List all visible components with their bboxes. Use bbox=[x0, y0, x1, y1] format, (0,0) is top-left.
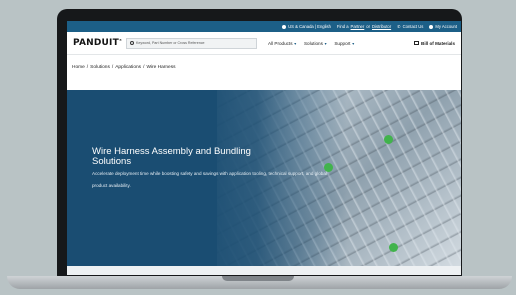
find-partner-link[interactable]: Find a Partner or Distributor bbox=[337, 24, 391, 29]
nav-label: Solutions bbox=[303, 40, 323, 46]
contact-label: Contact Us bbox=[402, 24, 424, 29]
nav-label: Support bbox=[334, 40, 351, 46]
breadcrumb-separator: / bbox=[86, 65, 89, 70]
bill-of-materials-link[interactable]: Bill of Materials bbox=[414, 41, 455, 46]
nav-label: All Products bbox=[268, 40, 293, 46]
breadcrumb-separator: / bbox=[111, 65, 114, 70]
chevron-down-icon: ▼ bbox=[323, 41, 328, 46]
hero-banner: Wire Harness Assembly and Bundling Solut… bbox=[67, 90, 461, 266]
chevron-down-icon: ▼ bbox=[293, 41, 297, 46]
nav-support[interactable]: Support▼ bbox=[334, 41, 355, 46]
globe-icon bbox=[282, 24, 287, 29]
account-link[interactable]: My Account bbox=[429, 24, 457, 29]
main-nav: All Products▼ Solutions▼ Support▼ bbox=[268, 41, 355, 46]
green-marker bbox=[389, 243, 398, 252]
partner-link[interactable]: Partner bbox=[351, 24, 365, 29]
find-prefix: Find a bbox=[336, 24, 349, 29]
hero-subtitle: Accelerate deployment time while boostin… bbox=[92, 171, 327, 188]
green-marker bbox=[384, 135, 393, 144]
region-selector[interactable]: US & Canada | English bbox=[282, 24, 331, 29]
laptop-notch bbox=[222, 276, 294, 281]
breadcrumb-solutions[interactable]: Solutions bbox=[90, 65, 110, 70]
or-text: or bbox=[366, 24, 371, 29]
breadcrumb-separator: / bbox=[143, 65, 145, 70]
browser-screen: US & Canada | English Find a Partner or … bbox=[67, 21, 461, 275]
phone-icon: ✆ bbox=[397, 24, 401, 29]
hero-title: Wire Harness Assembly and Bundling Solut… bbox=[92, 146, 251, 167]
search-placeholder: Keyword, Part Number or Cross Reference bbox=[136, 41, 205, 45]
search-icon bbox=[130, 41, 134, 45]
bom-label: Bill of Materials bbox=[421, 40, 455, 46]
breadcrumb-applications[interactable]: Applications bbox=[115, 65, 141, 70]
nav-all-products[interactable]: All Products▼ bbox=[268, 41, 297, 46]
nav-solutions[interactable]: Solutions▼ bbox=[304, 41, 327, 46]
user-icon bbox=[429, 24, 434, 29]
distributor-link[interactable]: Distributor bbox=[372, 24, 391, 29]
content-strip bbox=[67, 266, 461, 275]
site-header: PANDUIT® Keyword, Part Number or Cross R… bbox=[67, 32, 461, 55]
search-input[interactable]: Keyword, Part Number or Cross Reference bbox=[126, 37, 257, 49]
breadcrumb-current: Wire Harness bbox=[146, 65, 176, 70]
region-label: US & Canada | English bbox=[288, 24, 331, 29]
list-icon bbox=[414, 41, 420, 45]
chevron-down-icon: ▼ bbox=[351, 41, 355, 46]
logo-text: PANDUIT bbox=[73, 38, 119, 48]
utility-bar: US & Canada | English Find a Partner or … bbox=[67, 21, 461, 32]
logo[interactable]: PANDUIT® bbox=[73, 38, 122, 48]
account-label: My Account bbox=[435, 24, 457, 29]
breadcrumb: Home / Solutions / Applications / Wire H… bbox=[67, 55, 461, 80]
breadcrumb-home[interactable]: Home bbox=[72, 65, 85, 70]
contact-link[interactable]: ✆ Contact Us bbox=[397, 24, 423, 29]
